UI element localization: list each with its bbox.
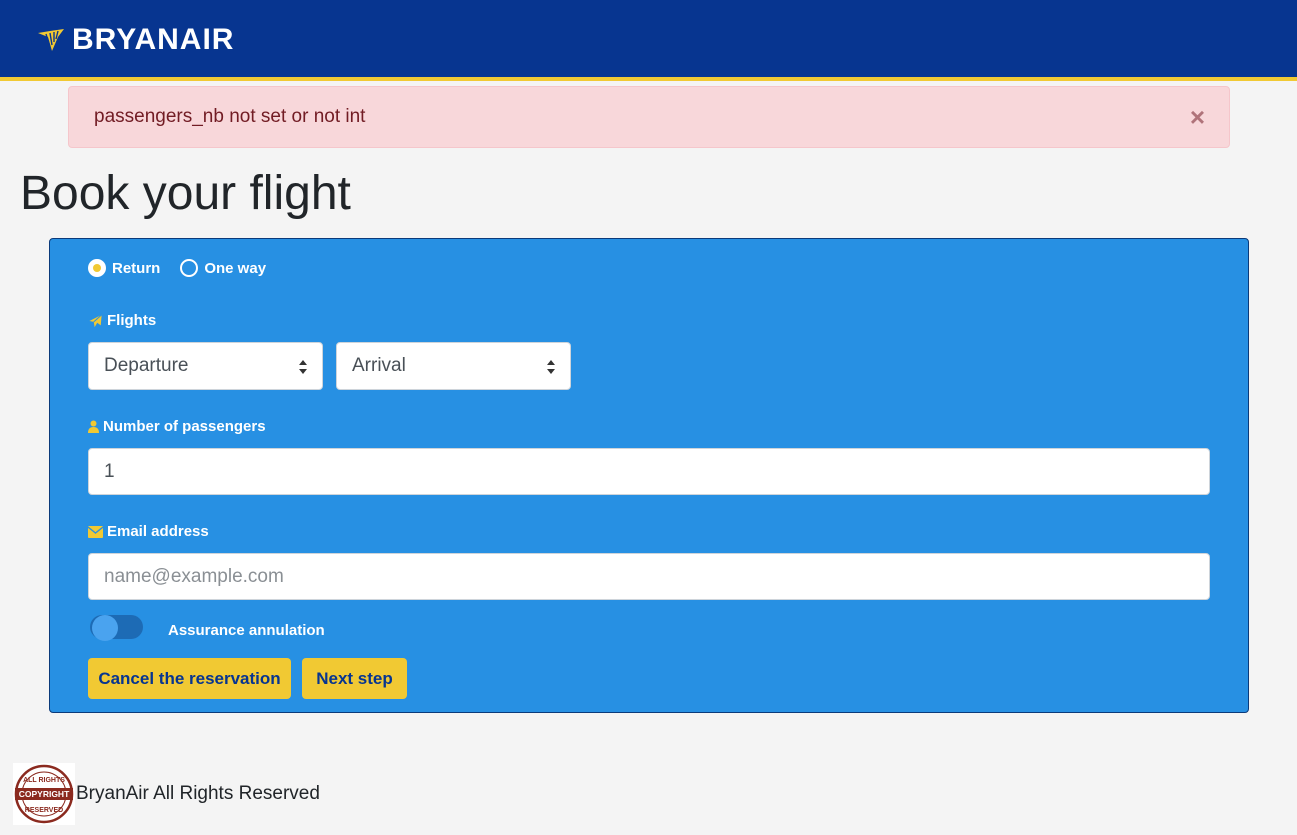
- paper-plane-icon: [88, 314, 103, 328]
- flights-label-text: Flights: [107, 312, 157, 329]
- arrival-select[interactable]: Arrival: [336, 342, 571, 390]
- seal-copyright-text: COPYRIGHT: [19, 789, 70, 799]
- top-navbar: BRYANAIR: [0, 0, 1297, 81]
- passengers-label-text: Number of passengers: [103, 418, 266, 435]
- user-icon: [88, 420, 99, 433]
- radio-one-way-label: One way: [204, 259, 267, 277]
- radio-unchecked-icon[interactable]: [180, 259, 199, 277]
- next-step-button[interactable]: Next step: [302, 658, 407, 699]
- radio-return[interactable]: Return: [88, 259, 160, 277]
- close-icon[interactable]: ×: [1190, 103, 1205, 131]
- insurance-toggle[interactable]: [90, 615, 143, 641]
- page-title: Book your flight: [20, 167, 351, 220]
- email-input[interactable]: [88, 553, 1210, 600]
- seal-bottom-text: RESERVED: [25, 807, 63, 814]
- insurance-toggle-row: Assurance annulation: [90, 615, 325, 641]
- harp-icon: [38, 29, 64, 51]
- radio-checked-icon[interactable]: [88, 259, 106, 277]
- cancel-reservation-button[interactable]: Cancel the reservation: [88, 658, 291, 699]
- departure-value: Departure: [104, 355, 189, 376]
- sort-arrows-icon: [547, 360, 555, 374]
- brand-name: BRYANAIR: [72, 23, 235, 56]
- toggle-knob[interactable]: [92, 615, 118, 641]
- trip-type-group: Return One way: [88, 259, 286, 277]
- brand-logo[interactable]: BRYANAIR: [36, 22, 234, 58]
- passengers-input[interactable]: [88, 448, 1210, 495]
- arrival-value: Arrival: [352, 355, 406, 376]
- insurance-label: Assurance annulation: [168, 621, 325, 639]
- error-alert: passengers_nb not set or not int ×: [68, 86, 1230, 148]
- sort-arrows-icon: [299, 360, 307, 374]
- radio-return-label: Return: [112, 259, 161, 277]
- email-label-text: Email address: [107, 523, 209, 540]
- envelope-icon: [88, 525, 103, 538]
- email-label: Email address: [88, 523, 209, 540]
- flights-label: Flights: [88, 312, 156, 329]
- departure-select[interactable]: Departure: [88, 342, 323, 390]
- seal-top-text: ALL RIGHTS: [23, 777, 65, 784]
- copyright-seal-icon: COPYRIGHT ALL RIGHTS RESERVED: [13, 763, 75, 825]
- passengers-label: Number of passengers: [88, 418, 266, 435]
- alert-message: passengers_nb not set or not int: [94, 106, 366, 127]
- booking-form: Return One way Flights Departure Arrival…: [49, 238, 1249, 713]
- footer: COPYRIGHT ALL RIGHTS RESERVED BryanAir A…: [13, 763, 320, 825]
- radio-one-way[interactable]: One way: [180, 259, 266, 277]
- footer-text: BryanAir All Rights Reserved: [76, 783, 320, 804]
